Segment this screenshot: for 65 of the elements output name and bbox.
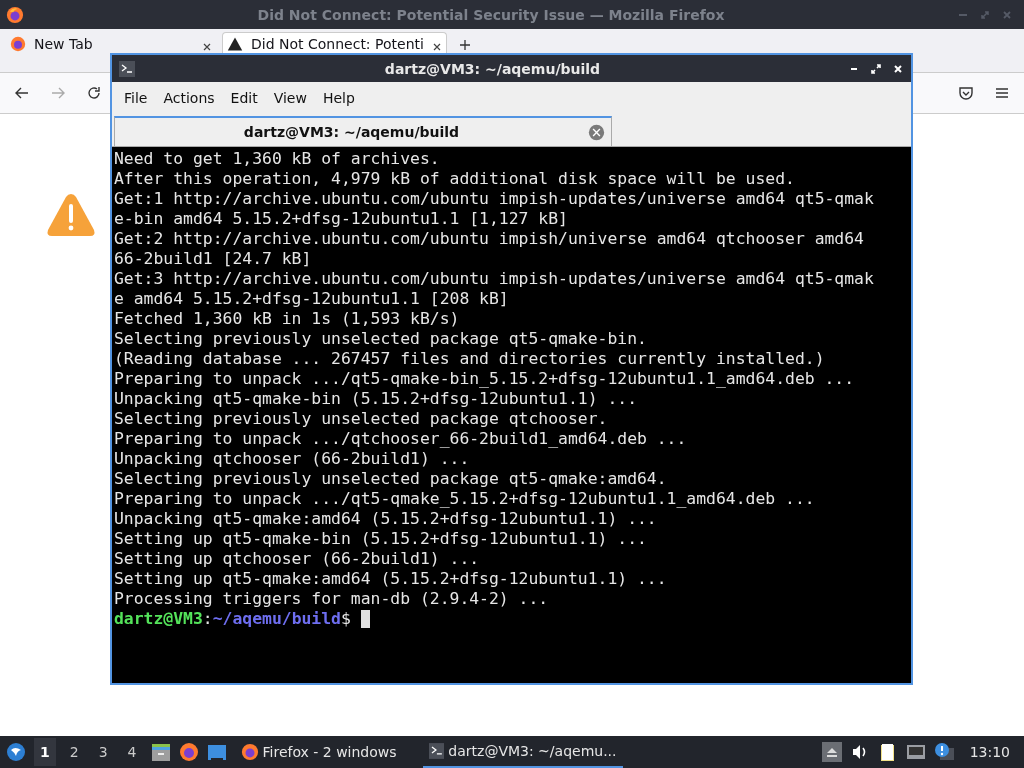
- terminal-line: After this operation, 4,979 kB of additional disk space will be used.: [114, 169, 796, 189]
- start-menu-icon[interactable]: [6, 742, 26, 762]
- clock[interactable]: 13:10: [961, 744, 1018, 760]
- prompt-user: dartz@VM3: [114, 609, 203, 629]
- terminal-line: (Reading database ... 267457 files and directories currently installed.): [114, 349, 826, 369]
- reload-icon[interactable]: [86, 85, 102, 101]
- terminal-line: Get:1 http://archive.ubuntu.com/ubuntu impish-updates/universe amd64 qt5-qmak: [114, 189, 875, 209]
- browser-tab[interactable]: Did Not Connect: Potenti: [222, 32, 447, 53]
- firefox-icon[interactable]: [178, 742, 199, 762]
- back-icon[interactable]: [14, 85, 30, 101]
- terminal-line: Selecting previously unselected package qtchooser.: [114, 409, 609, 429]
- text-cursor: [360, 610, 370, 628]
- menu-item[interactable]: View: [265, 90, 315, 106]
- terminal-line: Fetched 1,360 kB in 1s (1,593 kB/s): [114, 309, 461, 329]
- terminal-icon: [118, 60, 136, 77]
- terminal-line: Need to get 1,360 kB of archives.: [114, 149, 441, 169]
- prompt-symbol: $: [341, 609, 351, 629]
- close-icon[interactable]: [431, 42, 442, 52]
- terminal-line: Setting up qt5-qmake:amd64 (5.15.2+dfsg-12ubuntu1.1) ...: [114, 569, 668, 589]
- menu-item[interactable]: File: [116, 90, 156, 106]
- notification-icon[interactable]: [933, 742, 954, 762]
- terminal-line: Preparing to unpack .../qt5-qmake-bin_5.15.2+dfsg-12ubuntu1.1_amd64.deb ...: [114, 369, 856, 389]
- workspace-button[interactable]: 2: [63, 738, 85, 766]
- pocket-icon[interactable]: [958, 85, 974, 101]
- terminal-line: Unpacking qtchooser (66-2build1) ...: [114, 449, 471, 469]
- workspace-button[interactable]: 3: [92, 738, 114, 766]
- firefox-icon: [6, 5, 24, 24]
- new-tab-icon[interactable]: [458, 39, 471, 51]
- terminal-line: Unpacking qt5-qmake-bin (5.15.2+dfsg-12ubuntu1.1) ...: [114, 389, 638, 409]
- terminal-line: 66-2build1 [24.7 kB]: [114, 249, 313, 269]
- taskbar-task[interactable]: dartz@VM3: ~/aqemu...: [422, 736, 623, 768]
- terminal-line: Get:3 http://archive.ubuntu.com/ubuntu impish-updates/universe amd64 qt5-qmak: [114, 269, 875, 289]
- menu-icon[interactable]: [994, 85, 1010, 101]
- desktop-icon[interactable]: [206, 742, 227, 762]
- menu-item[interactable]: Edit: [222, 90, 266, 106]
- terminal-line: Setting up qt5-qmake-bin (5.15.2+dfsg-12ubuntu1.1) ...: [114, 529, 648, 549]
- terminal-line: Get:2 http://archive.ubuntu.com/ubuntu impish/universe amd64 qtchooser amd64: [114, 229, 865, 249]
- terminal-line: Unpacking qt5-qmake:amd64 (5.15.2+dfsg-12ubuntu1.1) ...: [114, 509, 658, 529]
- firefox-icon: [10, 36, 26, 52]
- prompt-path: ~/aqemu/build: [212, 609, 341, 629]
- taskbar-task[interactable]: Firefox - 2 windows: [234, 736, 415, 768]
- terminal-line: e-bin amd64 5.15.2+dfsg-12ubuntu1.1 [1,127 kB]: [114, 209, 569, 229]
- terminal-tab[interactable]: dartz@VM3: ~/aqemu/build: [114, 116, 612, 146]
- eject-icon[interactable]: [821, 742, 842, 762]
- window-title: dartz@VM3: ~/aqemu/build: [383, 60, 602, 77]
- workspace-button[interactable]: 4: [121, 738, 143, 766]
- window-title: Did Not Connect: Potential Security Issue — Mozilla Firefox: [256, 6, 726, 23]
- terminal-line: e amd64 5.15.2+dfsg-12ubuntu1.1 [208 kB]: [114, 289, 510, 309]
- file-manager-icon[interactable]: [150, 742, 171, 762]
- close-icon[interactable]: [202, 42, 212, 52]
- terminal-line: Processing triggers for man-db (2.9.4-2) ...: [114, 589, 550, 609]
- warning-icon: [46, 192, 96, 238]
- menu-item[interactable]: Help: [314, 90, 363, 106]
- prompt-separator: :: [202, 609, 213, 629]
- workspace-button[interactable]: 1: [34, 738, 56, 766]
- terminal-line: Selecting previously unselected package qt5-qmake:amd64.: [114, 469, 668, 489]
- browser-tab[interactable]: New Tab: [6, 32, 216, 53]
- terminal-line: Selecting previously unselected package qt5-qmake-bin.: [114, 329, 648, 349]
- network-icon[interactable]: [905, 742, 926, 762]
- terminal-line: Preparing to unpack .../qt5-qmake_5.15.2+dfsg-12ubuntu1.1_amd64.deb ...: [114, 489, 816, 509]
- terminal-line: Setting up qtchooser (66-2build1) ...: [114, 549, 481, 569]
- menu-item[interactable]: Actions: [155, 90, 223, 106]
- firefox-icon: [240, 743, 259, 761]
- terminal-icon: [428, 742, 445, 760]
- terminal-line: Preparing to unpack .../qtchooser_66-2build1_amd64.deb ...: [114, 429, 688, 449]
